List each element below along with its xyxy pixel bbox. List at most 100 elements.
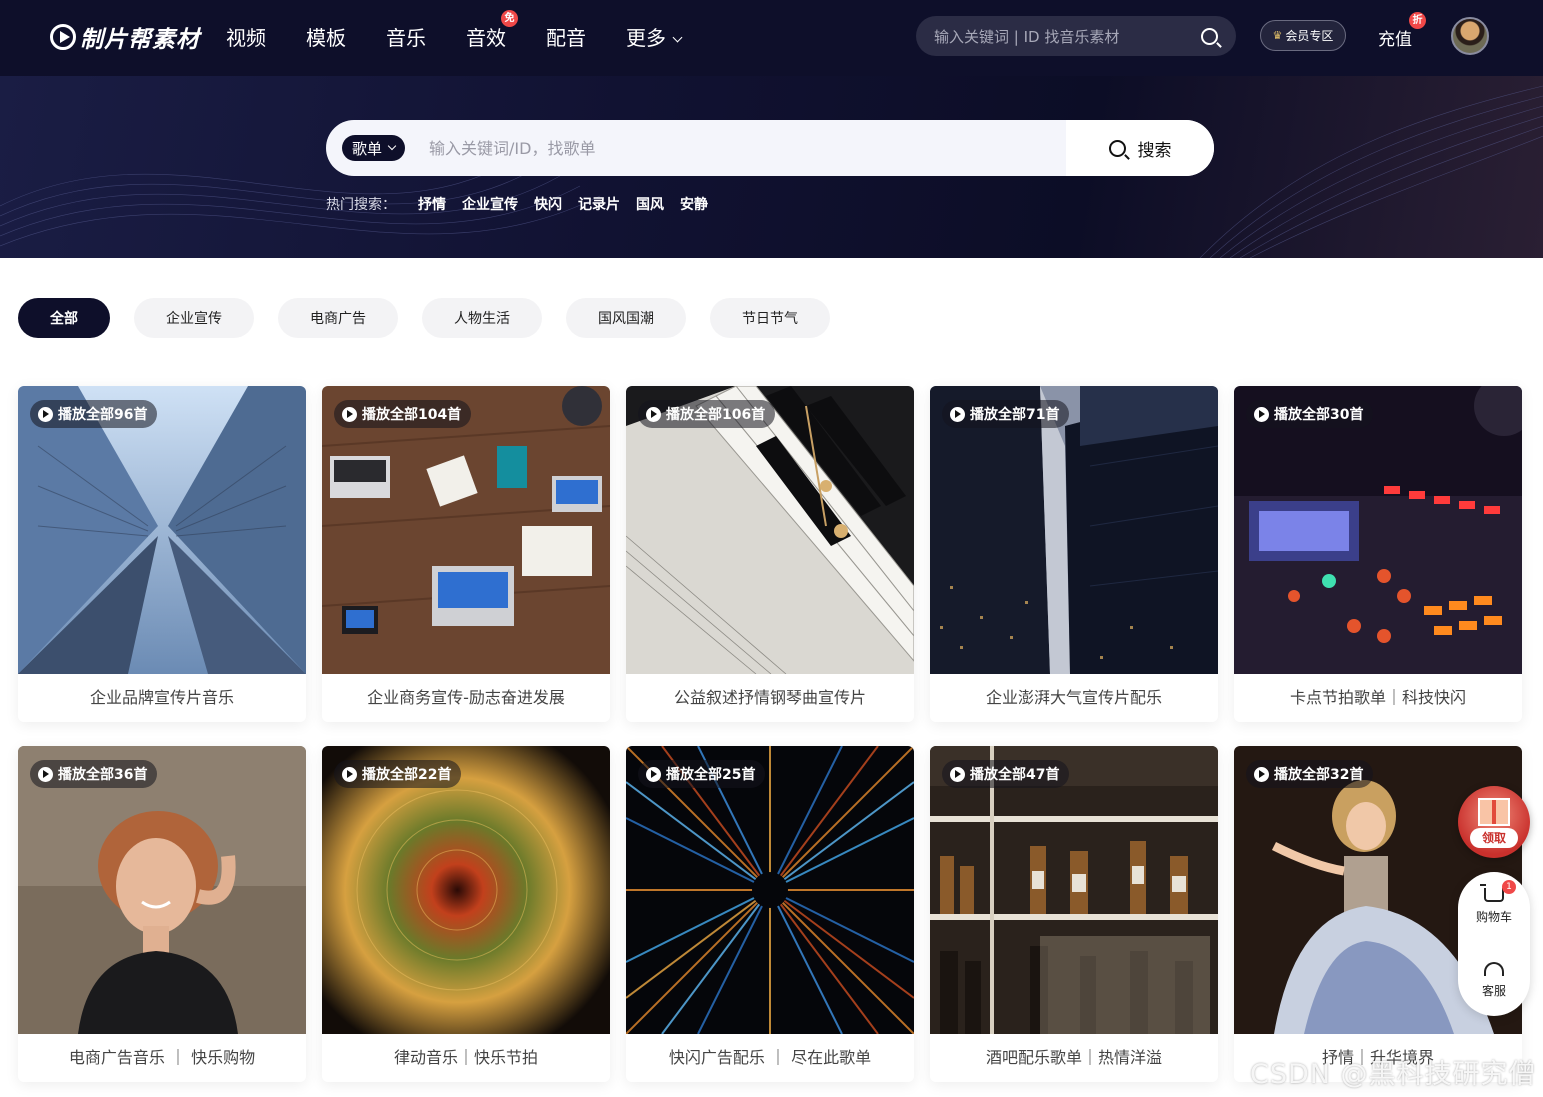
playlist-search-input[interactable]	[405, 138, 1066, 158]
search-type-label: 歌单	[352, 139, 383, 158]
recharge-label: 充值	[1378, 30, 1412, 50]
headset-icon	[1484, 962, 1504, 976]
play-all-label: 播放全部22首	[362, 767, 452, 783]
playlist-card[interactable]: 播放全部47首 酒吧配乐歌单｜热情洋溢	[930, 746, 1218, 1082]
hot-tag[interactable]: 企业宣传	[462, 194, 518, 214]
cart-icon	[1480, 884, 1504, 902]
play-all-button[interactable]: 播放全部71首	[942, 400, 1070, 428]
customer-service-button[interactable]: 客服	[1458, 962, 1530, 999]
play-all-button[interactable]: 播放全部96首	[30, 400, 158, 428]
nav-item-sfx[interactable]: 音效 免	[466, 10, 518, 51]
playlist-cover-image[interactable]	[626, 386, 914, 674]
playlist-title[interactable]: 酒吧配乐歌单｜热情洋溢	[930, 1034, 1218, 1082]
play-icon	[1254, 406, 1269, 422]
play-all-button[interactable]: 播放全部104首	[334, 400, 472, 428]
playlist-cover-image[interactable]	[18, 386, 306, 674]
playlist-cover-image[interactable]	[626, 746, 914, 1034]
playlist-title[interactable]: 快闪广告配乐 ｜ 尽在此歌单	[626, 1034, 914, 1082]
playlist-cover-image[interactable]	[322, 746, 610, 1034]
search-icon[interactable]	[1201, 27, 1218, 45]
play-all-label: 播放全部32首	[1274, 767, 1364, 783]
gift-claim-label: 领取	[1470, 828, 1518, 848]
cart-count-badge: 1	[1502, 880, 1516, 894]
watermark: CSDN @黑科技研究僧	[1250, 1059, 1537, 1090]
playlist-title[interactable]: 企业澎湃大气宣传片配乐	[930, 674, 1218, 722]
crown-icon: ♛	[1272, 29, 1283, 42]
user-avatar[interactable]	[1451, 17, 1489, 55]
playlist-card[interactable]: 播放全部36首 电商广告音乐 ｜ 快乐购物	[18, 746, 306, 1082]
gift-claim-button[interactable]: 领取	[1458, 786, 1530, 858]
cart-label: 购物车	[1475, 910, 1512, 924]
playlist-title[interactable]: 企业品牌宣传片音乐	[18, 674, 306, 722]
play-icon	[950, 406, 965, 422]
category-lifestyle[interactable]: 人物生活	[422, 298, 542, 338]
playlist-title[interactable]: 公益叙述抒情钢琴曲宣传片	[626, 674, 914, 722]
playlist-title[interactable]: 企业商务宣传-励志奋进发展	[322, 674, 610, 722]
playlist-cover-image[interactable]	[18, 746, 306, 1034]
play-all-button[interactable]: 播放全部30首	[1246, 400, 1374, 428]
playlist-card[interactable]: 播放全部104首 企业商务宣传-励志奋进发展	[322, 386, 610, 722]
playlist-title[interactable]: 律动音乐｜快乐节拍	[322, 1034, 610, 1082]
nav-item-sfx-label: 音效	[466, 26, 506, 50]
play-all-button[interactable]: 播放全部47首	[942, 760, 1070, 788]
chevron-down-icon	[387, 141, 397, 151]
play-all-label: 播放全部47首	[970, 767, 1060, 783]
playlist-cover-image[interactable]	[930, 746, 1218, 1034]
cart-button[interactable]: 购物车	[1458, 884, 1530, 925]
playlist-card[interactable]: 播放全部71首 企业澎湃大气宣传片配乐	[930, 386, 1218, 722]
nav-item-template[interactable]: 模板	[306, 22, 346, 51]
hot-tag[interactable]: 国风	[636, 194, 664, 214]
playlist-title[interactable]: 卡点节拍歌单｜科技快闪	[1234, 674, 1522, 722]
playlist-card[interactable]: 播放全部106首 公益叙述抒情钢琴曲宣传片	[626, 386, 914, 722]
search-button[interactable]: 搜索	[1066, 120, 1214, 176]
play-all-button[interactable]: 播放全部25首	[638, 760, 766, 788]
search-type-select[interactable]: 歌单	[342, 135, 406, 161]
playlist-card[interactable]: 播放全部22首 律动音乐｜快乐节拍	[322, 746, 610, 1082]
playlist-card[interactable]: 播放全部25首 快闪广告配乐 ｜ 尽在此歌单	[626, 746, 914, 1082]
recharge-link[interactable]: 充值 折	[1378, 12, 1426, 50]
search-button-label: 搜索	[1137, 140, 1172, 161]
top-search-input[interactable]: 输入关键词 | ID 找音乐素材	[934, 26, 1201, 47]
top-search-bar[interactable]: 输入关键词 | ID 找音乐素材	[916, 16, 1236, 56]
site-logo[interactable]: 制片帮素材	[50, 20, 200, 54]
hot-tag[interactable]: 安静	[680, 194, 708, 214]
playlist-title[interactable]: 电商广告音乐 ｜ 快乐购物	[18, 1034, 306, 1082]
playlist-cover-image[interactable]	[322, 386, 610, 674]
discount-badge: 折	[1409, 12, 1426, 29]
category-all[interactable]: 全部	[18, 298, 110, 338]
playlist-card[interactable]: 播放全部30首 卡点节拍歌单｜科技快闪	[1234, 386, 1522, 722]
search-icon	[1108, 139, 1126, 157]
playlist-search-bar: 歌单 搜索	[326, 120, 1214, 176]
customer-service-label: 客服	[1481, 984, 1506, 998]
hot-search-label: 热门搜索：	[326, 197, 396, 213]
play-all-label: 播放全部36首	[58, 767, 148, 783]
playlist-cover-image[interactable]	[1234, 386, 1522, 674]
hot-tag[interactable]: 快闪	[534, 194, 562, 214]
category-corporate[interactable]: 企业宣传	[134, 298, 254, 338]
nav-item-video[interactable]: 视频	[226, 22, 266, 51]
play-all-label: 播放全部30首	[1274, 407, 1364, 423]
playlist-cover-image[interactable]	[930, 386, 1218, 674]
play-all-label: 播放全部104首	[362, 407, 462, 423]
gift-icon	[1478, 798, 1510, 826]
hot-tag[interactable]: 抒情	[418, 194, 446, 214]
category-guofeng[interactable]: 国风国潮	[566, 298, 686, 338]
vip-zone-label: 会员专区	[1285, 29, 1334, 43]
nav-item-more-label: 更多	[626, 26, 666, 50]
nav-item-music[interactable]: 音乐	[386, 22, 426, 51]
nav-item-more[interactable]: 更多	[626, 22, 683, 51]
nav-item-voice[interactable]: 配音	[546, 22, 586, 51]
category-festival[interactable]: 节日节气	[710, 298, 830, 338]
hot-search-row: 热门搜索： 抒情 企业宣传 快闪 记录片 国风 安静	[326, 194, 724, 214]
vip-zone-button[interactable]: ♛ 会员专区	[1260, 20, 1346, 51]
play-all-button[interactable]: 播放全部36首	[30, 760, 158, 788]
play-all-button[interactable]: 播放全部22首	[334, 760, 462, 788]
play-icon	[342, 766, 357, 782]
playlist-card[interactable]: 播放全部96首 企业品牌宣传片音乐	[18, 386, 306, 722]
hot-tag[interactable]: 记录片	[578, 194, 620, 214]
play-all-label: 播放全部96首	[58, 407, 148, 423]
category-ecommerce[interactable]: 电商广告	[278, 298, 398, 338]
play-all-button[interactable]: 播放全部32首	[1246, 760, 1374, 788]
play-icon	[38, 766, 53, 782]
play-all-button[interactable]: 播放全部106首	[638, 400, 776, 428]
